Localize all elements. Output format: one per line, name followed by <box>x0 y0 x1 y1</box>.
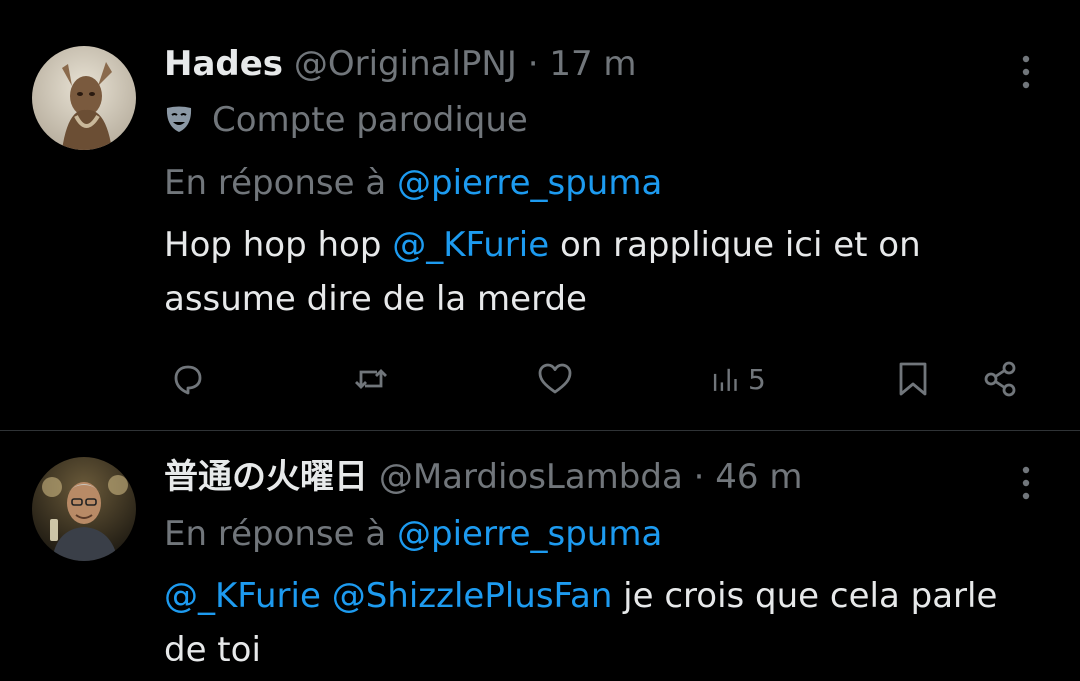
avatar-image <box>32 457 136 561</box>
mention-link[interactable]: @_KFurie <box>392 225 549 265</box>
avatar[interactable] <box>32 46 136 150</box>
reply-icon <box>174 365 202 395</box>
like-button[interactable] <box>535 359 575 399</box>
reply-context: En réponse à @pierre_spuma <box>164 163 662 203</box>
views-icon <box>713 368 737 391</box>
reply-to-mention[interactable]: @pierre_spuma <box>397 514 662 554</box>
views-count: 5 <box>748 362 766 396</box>
parody-badge: Compte parodique <box>164 100 528 140</box>
reply-context: En réponse à @pierre_spuma <box>164 514 662 554</box>
timestamp[interactable]: 46 m <box>715 457 802 497</box>
tweet-header: 普通の火曜日 @MardiosLambda · 46 m <box>164 457 802 497</box>
share-button[interactable] <box>981 359 1021 399</box>
display-name[interactable]: 普通の火曜日 <box>164 457 368 497</box>
tweet[interactable]: 普通の火曜日 @MardiosLambda · 46 m En réponse … <box>0 431 1080 681</box>
reply-prefix: En réponse à <box>164 163 387 203</box>
more-options-icon[interactable] <box>1014 52 1038 96</box>
heart-icon <box>538 363 572 394</box>
action-bar: 5 <box>0 355 1080 405</box>
mention-link[interactable]: @_KFurie <box>164 576 321 616</box>
tweet-text-part: Hop hop hop <box>164 225 393 265</box>
tweet-header: Hades @OriginalPNJ · 17 m <box>164 44 637 84</box>
user-handle[interactable]: @MardiosLambda <box>379 457 683 497</box>
timeline-feed: Hades @OriginalPNJ · 17 m Compte parodiq… <box>0 0 1080 681</box>
parody-label: Compte parodique <box>212 100 528 140</box>
avatar-image <box>32 46 136 150</box>
separator: · <box>527 44 539 84</box>
bookmark-icon <box>899 362 927 396</box>
user-handle[interactable]: @OriginalPNJ <box>294 44 517 84</box>
parody-mask-icon <box>164 103 194 133</box>
retweet-icon <box>355 369 387 389</box>
retweet-button[interactable] <box>351 359 391 399</box>
views-button[interactable]: 5 <box>710 359 766 399</box>
tweet[interactable]: Hades @OriginalPNJ · 17 m Compte parodiq… <box>0 0 1080 431</box>
bookmark-button[interactable] <box>893 359 933 399</box>
separator: · <box>693 457 705 497</box>
display-name[interactable]: Hades <box>164 44 283 84</box>
tweet-text: @_KFurie @ShizzlePlusFan je crois que ce… <box>164 569 1044 677</box>
timestamp[interactable]: 17 m <box>549 44 636 84</box>
reply-prefix: En réponse à <box>164 514 387 554</box>
reply-to-mention[interactable]: @pierre_spuma <box>397 163 662 203</box>
tweet-text: Hop hop hop @_KFurie on rapplique ici et… <box>164 218 1044 326</box>
avatar[interactable] <box>32 457 136 561</box>
share-icon <box>984 361 1016 397</box>
more-options-icon[interactable] <box>1014 463 1038 507</box>
mention-link[interactable]: @ShizzlePlusFan <box>332 576 613 616</box>
reply-button[interactable] <box>168 359 208 399</box>
